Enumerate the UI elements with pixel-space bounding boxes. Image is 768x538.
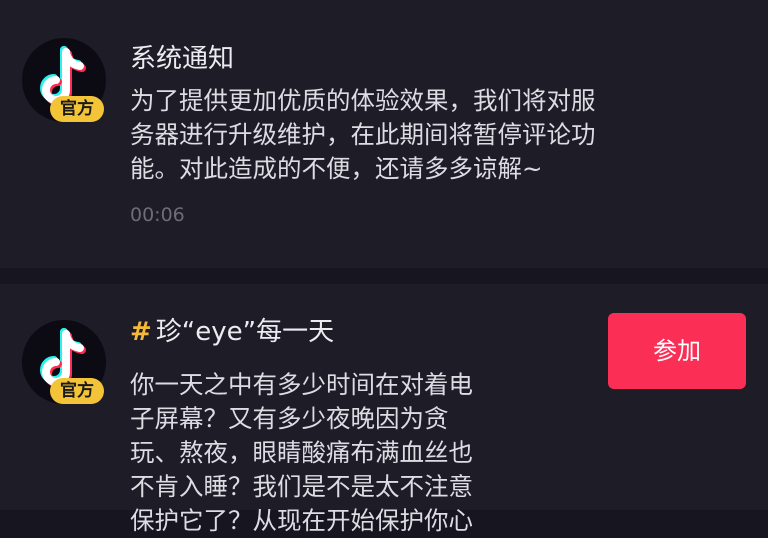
notification-timestamp: 00:06 — [130, 204, 185, 226]
notification-card-challenge[interactable]: 官方 # 珍“eye”每一天 你一天之中有多少时间在对着电 子屏幕？又有多少夜晚因… — [0, 284, 768, 535]
notification-message: 为了提供更加优质的体验效果，我们将对服 务器进行升级维护，在此期间将暂停评论功 … — [130, 84, 720, 186]
challenge-description: 你一天之中有多少时间在对着电 子屏幕？又有多少夜晚因为贪 玩、熬夜，眼睛酸痛布满… — [130, 368, 530, 538]
message-line: 保护它了？从现在开始保护你心 — [130, 506, 473, 535]
challenge-title-text: 珍“eye”每一天 — [155, 317, 335, 347]
hashtag-icon: # — [130, 317, 152, 347]
message-line: 不肯入睡？我们是不是太不注意 — [130, 472, 473, 501]
challenge-title[interactable]: # 珍“eye”每一天 — [130, 311, 334, 348]
message-line: 你一天之中有多少时间在对着电 — [130, 370, 473, 399]
official-badge: 官方 — [50, 96, 104, 122]
message-line: 子屏幕？又有多少夜晚因为贪 — [130, 404, 449, 433]
join-button[interactable]: 参加 — [608, 313, 746, 389]
message-line: 能。对此造成的不便，还请多多谅解~ — [130, 154, 543, 183]
official-badge: 官方 — [50, 378, 104, 404]
notification-card-system[interactable]: 官方 系统通知 为了提供更加优质的体验效果，我们将对服 务器进行升级维护，在此期… — [0, 0, 768, 268]
message-line: 玩、熬夜，眼睛酸痛布满血丝也 — [130, 438, 473, 467]
tiktok-logo-icon[interactable]: 官方 — [22, 320, 106, 404]
message-line: 务器进行升级维护，在此期间将暂停评论功 — [130, 120, 596, 149]
message-line: 为了提供更加优质的体验效果，我们将对服 — [130, 86, 596, 115]
tiktok-logo-icon[interactable]: 官方 — [22, 38, 106, 122]
notification-title: 系统通知 — [130, 44, 235, 74]
